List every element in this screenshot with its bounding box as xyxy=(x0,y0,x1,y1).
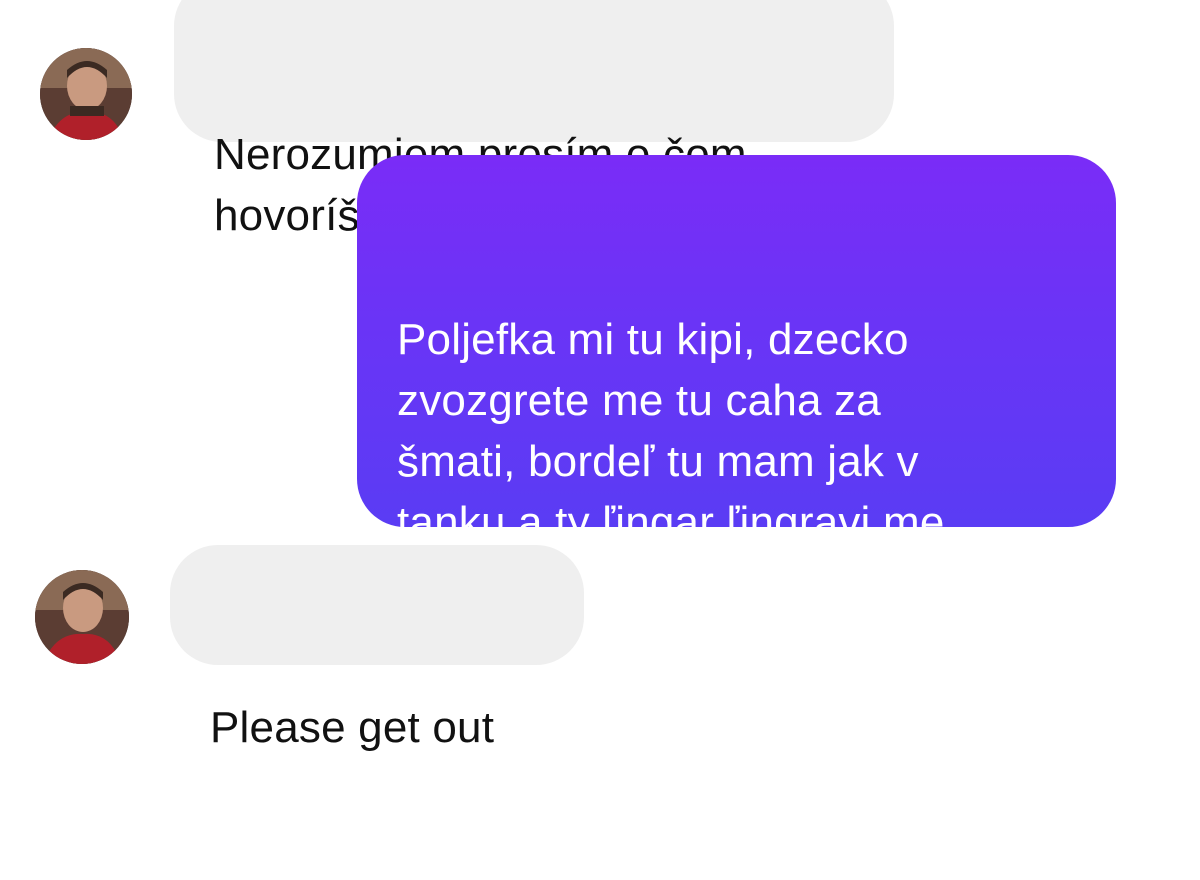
sender-avatar[interactable] xyxy=(40,48,132,140)
message-bubble-outgoing[interactable]: Poljefka mi tu kipi, dzecko zvozgrete me… xyxy=(357,155,1116,608)
message-text: Please get out xyxy=(210,703,495,752)
message-bubble-incoming[interactable]: Nerozumiem prosím o čom hovoríš xyxy=(174,0,894,240)
message-row-incoming-3: Please get out xyxy=(0,545,1200,752)
message-row-outgoing-2: Poljefka mi tu kipi, dzecko zvozgrete me… xyxy=(0,155,1200,608)
avatar-photo-icon xyxy=(40,48,132,140)
avatar-photo-icon xyxy=(35,570,129,664)
sender-avatar[interactable] xyxy=(35,570,129,664)
message-bubble-incoming[interactable]: Please get out xyxy=(170,545,584,752)
message-row-incoming-1: Nerozumiem prosím o čom hovoríš xyxy=(0,0,1200,240)
